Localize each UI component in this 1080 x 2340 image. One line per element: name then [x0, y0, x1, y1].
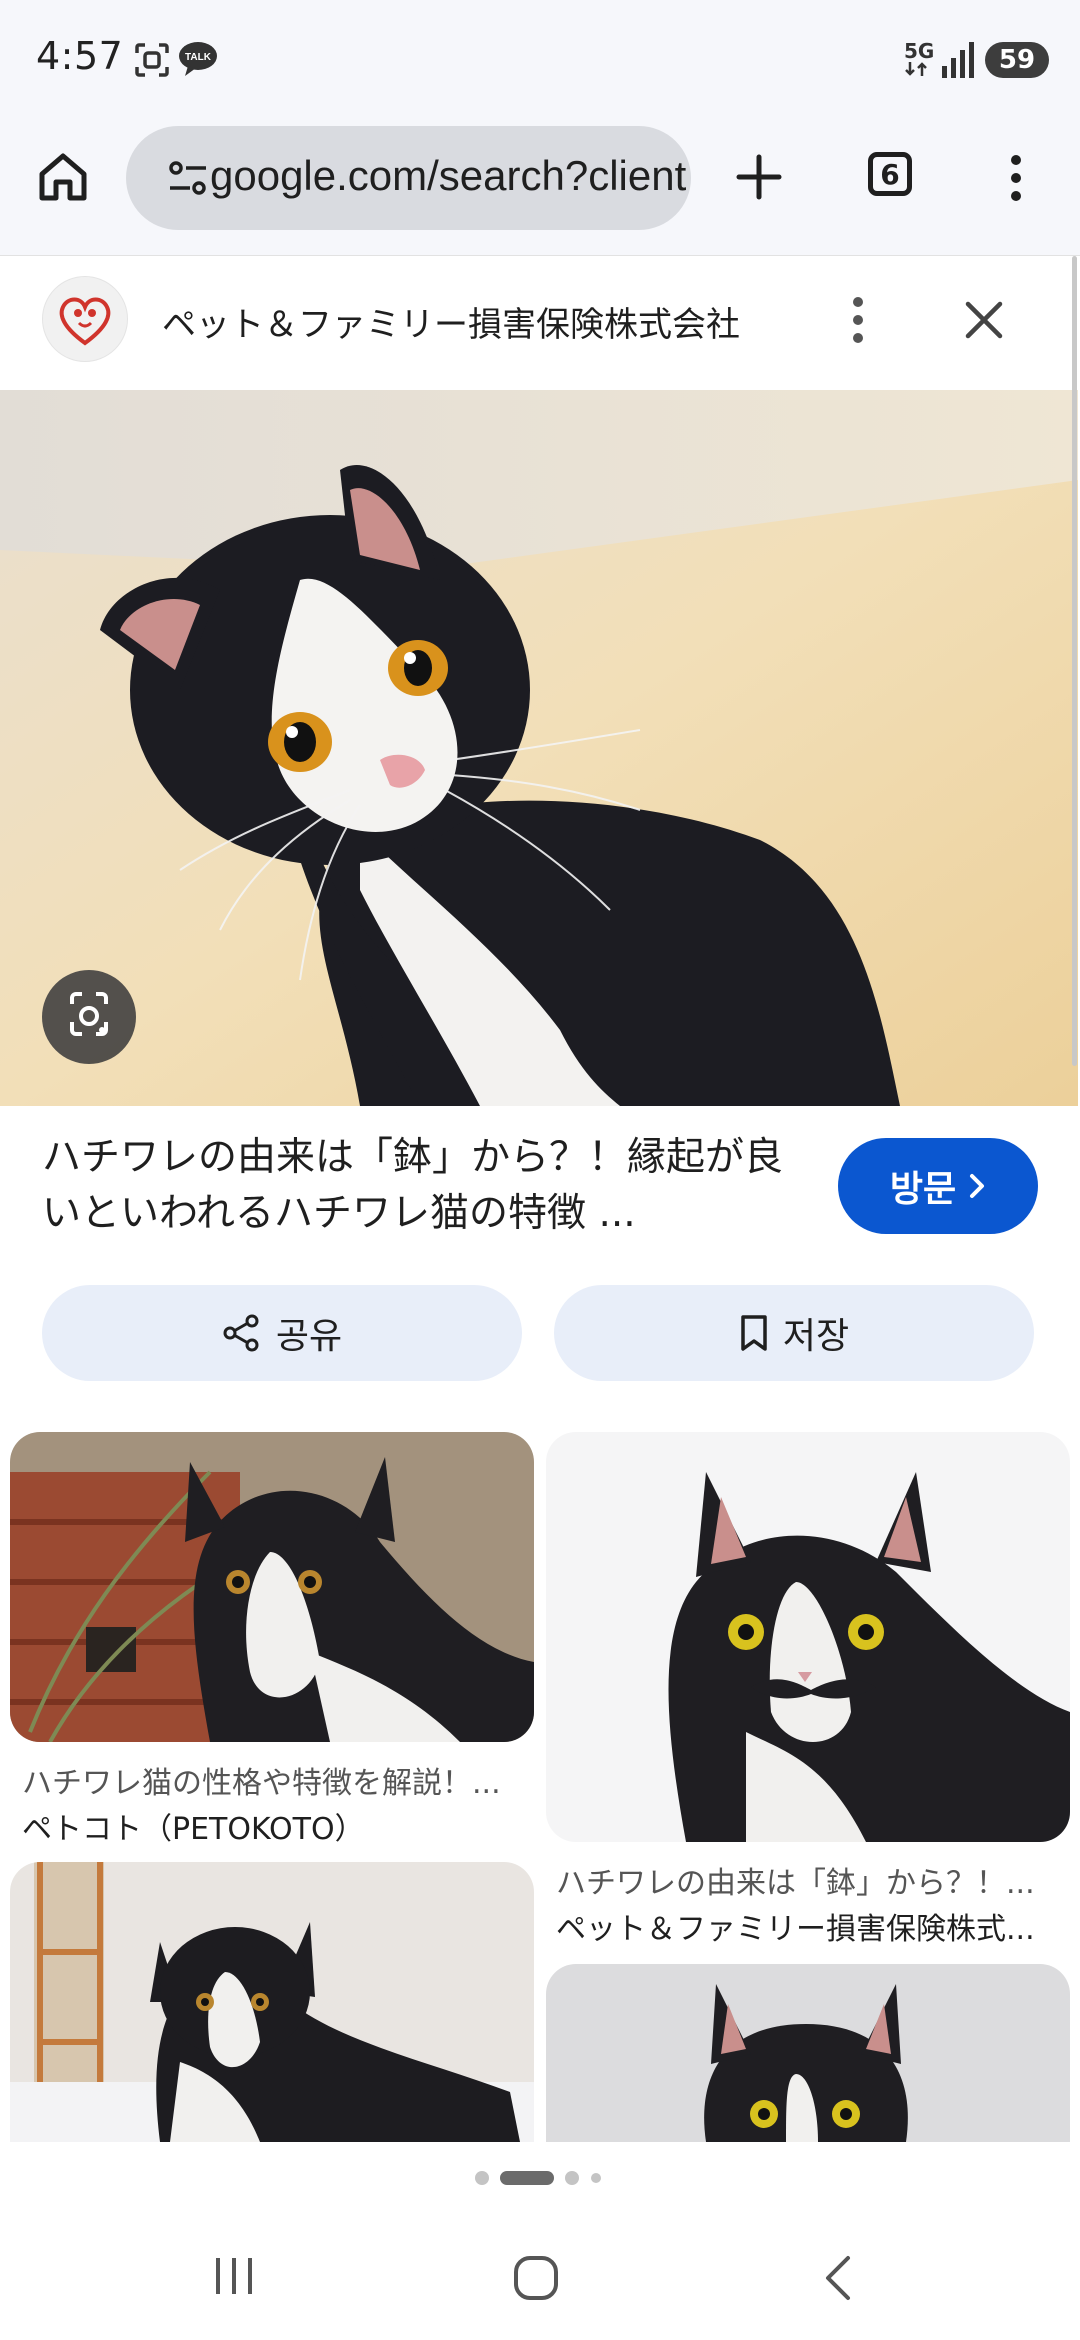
share-button[interactable]: 공유 [42, 1285, 522, 1381]
page-indicator [475, 2171, 601, 2185]
result-image[interactable] [0, 390, 1078, 1106]
share-icon [223, 1314, 259, 1352]
save-label: 저장 [782, 1316, 850, 1357]
source-more-icon[interactable] [848, 296, 868, 344]
network-label: 5G [904, 39, 935, 63]
share-label: 공유 [275, 1316, 343, 1357]
svg-text:TALK: TALK [185, 52, 212, 63]
related-image-2[interactable] [546, 1432, 1070, 1842]
home-icon[interactable] [36, 150, 90, 204]
site-info-icon[interactable] [168, 160, 208, 196]
close-icon[interactable] [964, 300, 1004, 340]
visit-label: 방문 [889, 1169, 957, 1210]
related-caption-2[interactable]: ハチワレの由来は「鉢」から？！... [556, 1858, 1056, 1902]
lens-button[interactable] [42, 970, 136, 1064]
recent-apps-icon[interactable] [212, 2256, 256, 2296]
back-icon[interactable] [822, 2254, 854, 2302]
result-title[interactable]: ハチワレの由来は「鉢」から？！縁起が良いといわれるハチワレ猫の特徴 ... [42, 1130, 802, 1242]
save-button[interactable]: 저장 [554, 1285, 1034, 1381]
source-logo [42, 276, 128, 362]
more-icon[interactable] [1004, 152, 1028, 204]
home-nav-icon[interactable] [512, 2254, 560, 2302]
related-source-2[interactable]: ペット＆ファミリー損害保険株式... [556, 1904, 1056, 1948]
signal-icon [942, 42, 974, 78]
lens-icon [70, 992, 108, 1036]
related-source-1[interactable]: ペトコト（PETOKOTO） [22, 1804, 522, 1848]
related-image-3[interactable] [10, 1862, 534, 2142]
source-name[interactable]: ペット＆ファミリー損害保険株式会社 [162, 297, 740, 346]
data-arrows-icon [905, 62, 927, 76]
chevron-right-icon [970, 1174, 985, 1198]
screenshot-icon [135, 43, 169, 77]
visit-button[interactable]: 방문 [838, 1138, 1038, 1234]
scroll-indicator [1072, 256, 1077, 1066]
related-image-1[interactable] [10, 1432, 534, 1742]
battery-indicator: 59 [985, 42, 1049, 78]
status-time: 4:57 [36, 34, 124, 78]
tab-switcher-button[interactable]: 6 [868, 152, 912, 196]
url-text: google.com/search?client [210, 152, 687, 199]
related-image-4[interactable] [546, 1964, 1070, 2142]
new-tab-icon[interactable] [736, 154, 782, 200]
bookmark-icon [741, 1315, 767, 1351]
talk-icon: TALK [179, 42, 217, 76]
related-caption-1[interactable]: ハチワレ猫の性格や特徴を解説！... [22, 1758, 522, 1802]
address-bar[interactable]: google.com/search?client [126, 126, 691, 230]
